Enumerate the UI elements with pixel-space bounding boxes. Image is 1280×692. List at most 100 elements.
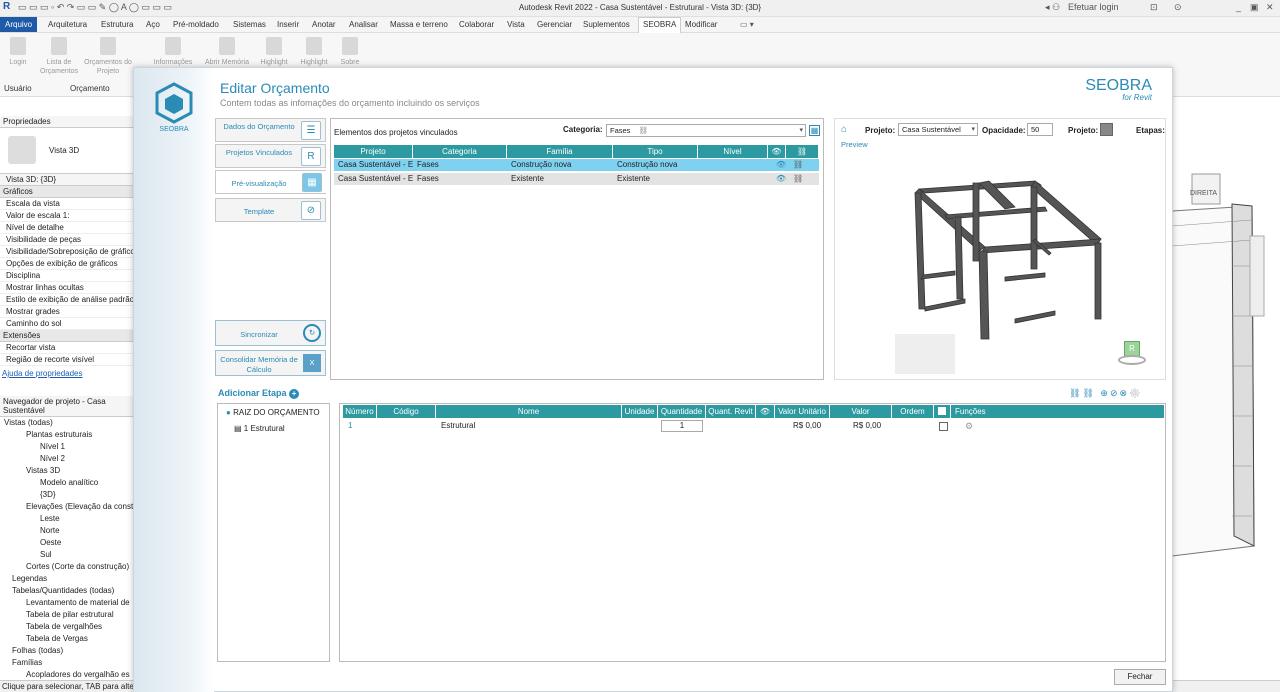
tree-item[interactable]: Nível 2: [0, 453, 134, 465]
table-row[interactable]: 1 Estrutural 1 R$ 0,00 R$ 0,00 ⚙: [343, 420, 1165, 434]
tab-suplementos[interactable]: Suplementos: [583, 20, 630, 29]
ribbon-options-icon[interactable]: ▭ ▾: [740, 20, 754, 29]
property-row[interactable]: Mostrar linhas ocultas: [0, 282, 134, 294]
col-quantidade[interactable]: Quantidade: [658, 405, 706, 418]
consolidar-button[interactable]: Consolidar Memória de Cálculo X: [215, 350, 326, 376]
add-stage-button[interactable]: Adicionar Etapa +: [218, 388, 300, 399]
col-unidade[interactable]: Unidade: [622, 405, 658, 418]
close-window-button[interactable]: ✕: [1266, 2, 1274, 13]
tab-analisar[interactable]: Analisar: [349, 20, 378, 29]
col-funcoes[interactable]: Funções: [951, 405, 1165, 418]
tab-estrutura[interactable]: Estrutura: [101, 20, 133, 29]
cart-icon[interactable]: ⊡: [1150, 2, 1158, 13]
col-codigo[interactable]: Código: [377, 405, 436, 418]
property-row[interactable]: Valor de escala 1:: [0, 210, 134, 222]
login-link[interactable]: Efetuar login: [1068, 2, 1119, 12]
home-icon[interactable]: ⌂: [841, 124, 847, 135]
tab-dados-orcamento[interactable]: Dados do Orçamento ☰: [215, 118, 326, 142]
project-select[interactable]: Casa Sustentável ▾: [898, 123, 978, 136]
tab-vista[interactable]: Vista: [507, 20, 525, 29]
col-nome[interactable]: Nome: [436, 405, 622, 418]
orcamentos-projeto-button[interactable]: Orçamentos do Projeto: [84, 33, 132, 76]
grid-view-icon[interactable]: ▦: [809, 125, 820, 136]
col-valor-unitario[interactable]: Valor Unitário: [775, 405, 830, 418]
col-select-all[interactable]: [934, 405, 951, 418]
tree-item[interactable]: Plantas estruturais: [0, 429, 134, 441]
tab-pre-visualizacao[interactable]: Pré-visualização ▦: [215, 170, 326, 194]
tab-arquivo[interactable]: Arquivo: [0, 17, 38, 32]
viewcube-label[interactable]: DIREITA: [1190, 190, 1217, 197]
minimize-button[interactable]: _: [1236, 2, 1241, 12]
tree-item[interactable]: Tabela de vergalhões: [0, 621, 134, 633]
tab-pre-moldado[interactable]: Pré-moldado: [173, 20, 219, 29]
tab-gerenciar[interactable]: Gerenciar: [537, 20, 572, 29]
type-selector[interactable]: Vista 3D: [0, 128, 134, 174]
table-row[interactable]: Casa Sustentável - Es Fases Existente Ex…: [334, 173, 819, 185]
settings-icon[interactable]: ⚙: [1129, 388, 1142, 398]
quantity-input[interactable]: 1: [661, 420, 703, 432]
tab-template[interactable]: Template ⊘: [215, 198, 326, 222]
tree-item[interactable]: Leste: [0, 513, 134, 525]
login-ribbon-button[interactable]: Login: [4, 33, 32, 67]
fechar-button[interactable]: Fechar: [1114, 669, 1166, 685]
col-tipo[interactable]: Tipo: [613, 145, 698, 158]
tree-item[interactable]: {3D}: [0, 489, 134, 501]
property-row[interactable]: Opções de exibição de gráficos: [0, 258, 134, 270]
tab-sistemas[interactable]: Sistemas: [233, 20, 266, 29]
eye-icon[interactable]: 👁: [772, 159, 786, 171]
tree-item[interactable]: Famílias: [0, 657, 134, 669]
tree-item[interactable]: Vistas (todas): [0, 417, 134, 429]
property-row[interactable]: Escala da vista: [0, 198, 134, 210]
col-nivel[interactable]: Nível: [698, 145, 768, 158]
help-properties-link[interactable]: Ajuda de propriedades: [0, 368, 134, 380]
property-row[interactable]: Recortar vista: [0, 342, 134, 354]
unlink-icon[interactable]: ⛓: [789, 159, 803, 171]
highlight-button-1[interactable]: Highlight: [256, 33, 292, 67]
user-icon[interactable]: ◂ ⚇: [1045, 2, 1060, 13]
sobre-button[interactable]: Sobre: [336, 33, 364, 67]
tree-item[interactable]: Tabelas/Quantidades (todas): [0, 585, 134, 597]
tree-item[interactable]: Levantamento de material de: [0, 597, 134, 609]
property-row[interactable]: Mostrar grades: [0, 306, 134, 318]
help-icon[interactable]: ⊙: [1174, 2, 1182, 13]
property-row[interactable]: Nível de detalhe: [0, 222, 134, 234]
col-visibility-icon[interactable]: 👁: [756, 405, 775, 418]
col-quant-revit[interactable]: Quant. Revit: [706, 405, 756, 418]
tree-item[interactable]: Tabela de Vergas: [0, 633, 134, 645]
property-row[interactable]: Visibilidade de peças: [0, 234, 134, 246]
abrir-memoria-button[interactable]: Abrir Memória: [200, 33, 254, 67]
stage-toolbar[interactable]: ⛓⛓ ⊕⊘⊗⚙: [1069, 388, 1142, 399]
tree-item[interactable]: Legendas: [0, 573, 134, 585]
project-color-swatch[interactable]: [1100, 123, 1113, 136]
restore-button[interactable]: ▣: [1250, 2, 1259, 13]
tab-aco[interactable]: Aço: [146, 20, 160, 29]
tab-massa-terreno[interactable]: Massa e terreno: [390, 20, 448, 29]
tab-anotar[interactable]: Anotar: [312, 20, 336, 29]
col-categoria[interactable]: Categoria: [413, 145, 507, 158]
col-link-icon[interactable]: ⛓: [786, 145, 819, 158]
highlight-button-2[interactable]: Highlight: [296, 33, 332, 67]
category-select[interactable]: Fases ⛓ ▾: [606, 124, 806, 137]
tab-modificar[interactable]: Modificar: [685, 20, 717, 29]
property-row[interactable]: Disciplina: [0, 270, 134, 282]
tree-root[interactable]: ● RAIZ DO ORÇAMENTO: [226, 408, 320, 417]
informacoes-button[interactable]: Informações: [150, 33, 196, 67]
tree-child[interactable]: ▤ 1 Estrutural: [234, 424, 285, 433]
tree-item[interactable]: Elevações (Elevação da construção): [0, 501, 134, 513]
opacity-input[interactable]: 50: [1027, 123, 1053, 136]
tab-projetos-vinculados[interactable]: Projetos Vinculados R: [215, 144, 326, 168]
tree-item[interactable]: Folhas (todas): [0, 645, 134, 657]
tree-item[interactable]: Norte: [0, 525, 134, 537]
tree-item[interactable]: Sul: [0, 549, 134, 561]
tree-item[interactable]: Oeste: [0, 537, 134, 549]
tab-colaborar[interactable]: Colaborar: [459, 20, 494, 29]
tab-arquitetura[interactable]: Arquitetura: [48, 20, 87, 29]
tree-item[interactable]: Nível 1: [0, 441, 134, 453]
col-ordem[interactable]: Ordem: [892, 405, 934, 418]
lista-orcamentos-button[interactable]: Lista de Orçamentos: [36, 33, 82, 76]
col-projeto[interactable]: Projeto: [334, 145, 413, 158]
col-numero[interactable]: Número: [343, 405, 377, 418]
property-row[interactable]: Visibilidade/Sobreposição de gráficos: [0, 246, 134, 258]
property-row[interactable]: Estilo de exibição de análise padrão: [0, 294, 134, 306]
tree-item[interactable]: Vistas 3D: [0, 465, 134, 477]
